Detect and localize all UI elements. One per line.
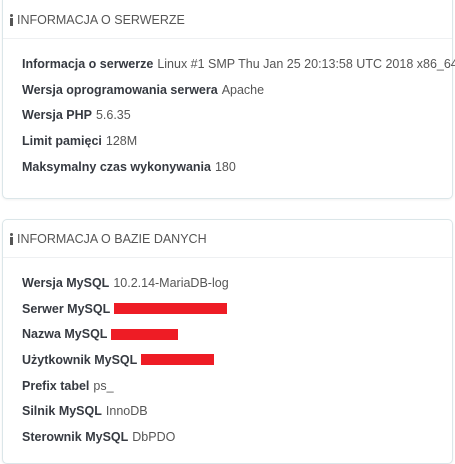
mysql-driver-label: Sterownik MySQL	[22, 429, 129, 444]
server-info-title: INFORMACJA O SERWERZE	[17, 12, 185, 27]
max-execution-time-row: Maksymalny czas wykonywania 180	[22, 154, 452, 180]
server-info-value: Linux #1 SMP Thu Jan 25 20:13:58 UTC 201…	[157, 56, 455, 71]
mysql-driver-value: DbPDO	[132, 429, 176, 444]
mysql-name-label: Nazwa MySQL	[22, 327, 108, 342]
mysql-server-row: Serwer MySQL	[22, 296, 452, 322]
server-info-body: Informacja o serwerze Linux #1 SMP Thu J…	[3, 39, 455, 180]
mysql-version-row: Wersja MySQL 10.2.14-MariaDB-log	[22, 270, 452, 296]
max-execution-time-value: 180	[214, 159, 236, 174]
php-version-label: Wersja PHP	[22, 108, 92, 123]
mysql-driver-row: Sterownik MySQL DbPDO	[22, 424, 452, 450]
mysql-engine-label: Silnik MySQL	[22, 404, 102, 419]
mysql-user-redaction	[141, 354, 215, 366]
mysql-user-row: Użytkownik MySQL	[22, 347, 452, 373]
mysql-version-label: Wersja MySQL	[22, 275, 110, 290]
mysql-engine-row: Silnik MySQL InnoDB	[22, 398, 452, 424]
mysql-user-label: Użytkownik MySQL	[22, 352, 138, 367]
table-prefix-row: Prefix tabel ps_	[22, 373, 452, 399]
server-software-label: Wersja oprogramowania serwera	[22, 82, 218, 97]
info-icon	[9, 232, 13, 245]
database-info-body: Wersja MySQL 10.2.14-MariaDB-log Serwer …	[3, 258, 452, 450]
mysql-name-redaction	[111, 328, 179, 340]
table-prefix-value: ps_	[93, 378, 114, 393]
memory-limit-label: Limit pamięci	[22, 133, 102, 148]
database-info-heading: INFORMACJA O BAZIE DANYCH	[3, 220, 452, 258]
php-version-row: Wersja PHP 5.6.35	[22, 102, 452, 128]
memory-limit-value: 128M	[105, 133, 138, 148]
mysql-name-row: Nazwa MySQL	[22, 321, 452, 347]
database-info-title: INFORMACJA O BAZIE DANYCH	[17, 231, 207, 246]
info-icon	[9, 13, 13, 26]
server-software-value: Apache	[221, 82, 265, 97]
server-software-row: Wersja oprogramowania serwera Apache	[22, 77, 452, 103]
mysql-server-redaction	[114, 303, 228, 315]
php-version-value: 5.6.35	[95, 108, 131, 123]
max-execution-time-label: Maksymalny czas wykonywania	[22, 159, 211, 174]
mysql-engine-value: InnoDB	[105, 404, 148, 419]
table-prefix-label: Prefix tabel	[22, 378, 90, 393]
mysql-server-label: Serwer MySQL	[22, 301, 111, 316]
server-info-panel: INFORMACJA O SERWERZE Informacja o serwe…	[2, 0, 455, 199]
memory-limit-row: Limit pamięci 128M	[22, 128, 452, 154]
server-info-label: Informacja o serwerze	[22, 56, 154, 71]
server-info-row: Informacja o serwerze Linux #1 SMP Thu J…	[22, 51, 455, 77]
server-info-heading: INFORMACJA O SERWERZE	[3, 1, 452, 39]
mysql-version-value: 10.2.14-MariaDB-log	[113, 275, 229, 290]
database-info-panel: INFORMACJA O BAZIE DANYCH Wersja MySQL 1…	[2, 219, 453, 464]
